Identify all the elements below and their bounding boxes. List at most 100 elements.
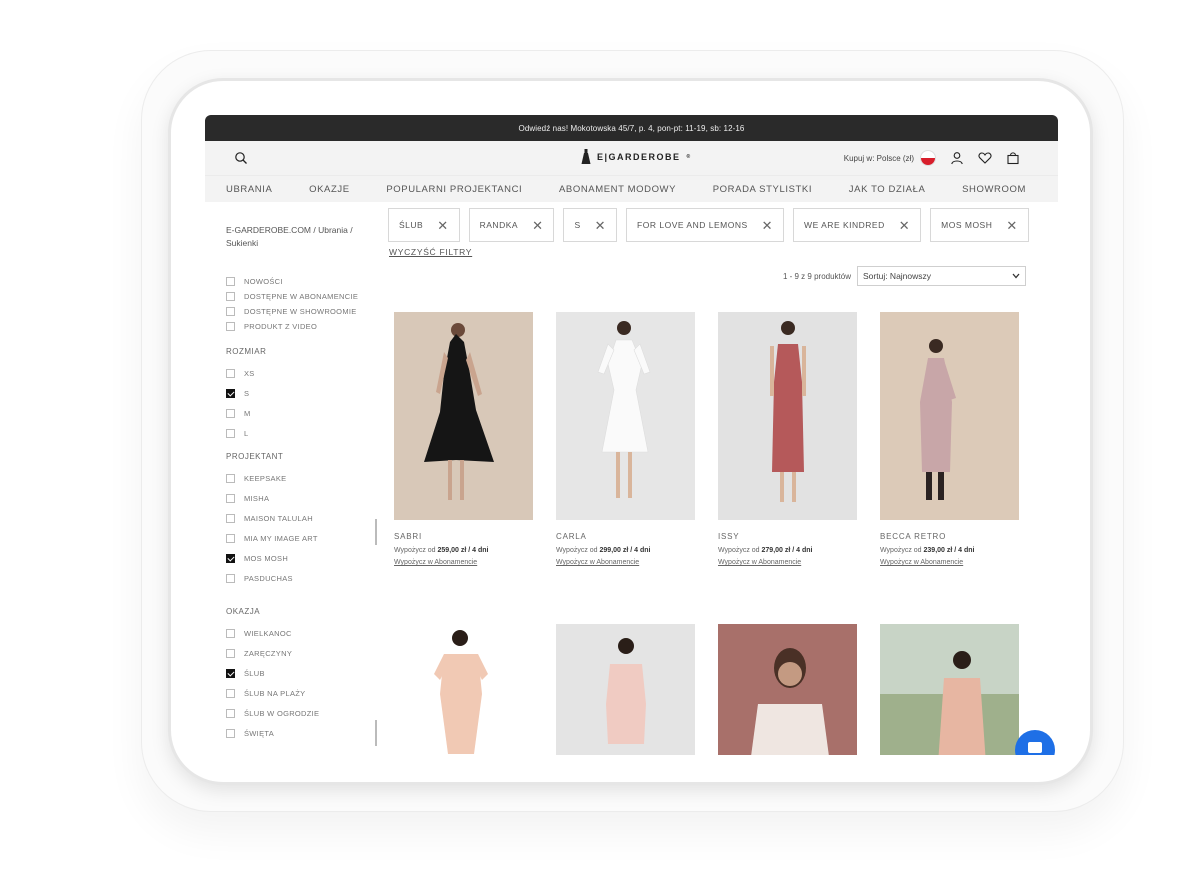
product-photo[interactable]	[718, 624, 857, 755]
product-card[interactable]: ISSY Wypożycz od 279,00 zł / 4 dni Wypoż…	[718, 312, 857, 566]
nav-porada-stylistki[interactable]: PORADA STYLISTKI	[713, 184, 812, 195]
checkbox[interactable]	[226, 388, 235, 398]
product-name[interactable]: ISSY	[718, 532, 857, 541]
checkbox[interactable]	[226, 688, 235, 698]
product-name[interactable]: SABRI	[394, 532, 533, 541]
search-icon[interactable]	[234, 151, 248, 165]
size-option[interactable]: XS	[226, 363, 266, 383]
size-option[interactable]: L	[226, 423, 266, 443]
size-option[interactable]: M	[226, 403, 266, 423]
subscription-link[interactable]: Wypożycz w Abonamencie	[718, 559, 857, 566]
product-card[interactable]: SABRI Wypożycz od 259,00 zł / 4 dni Wypo…	[394, 312, 533, 566]
occasion-option[interactable]: ŚLUB W OGRODZIE	[226, 703, 319, 723]
product-photo[interactable]	[880, 624, 1019, 755]
occasion-scrollbar[interactable]	[375, 720, 377, 746]
checkbox[interactable]	[226, 277, 235, 286]
close-icon[interactable]: ✕	[595, 219, 606, 232]
nav-okazje[interactable]: OKAZJE	[309, 184, 350, 195]
close-icon[interactable]: ✕	[899, 219, 910, 232]
checkbox[interactable]	[226, 493, 235, 503]
price-prefix: Wypożycz od	[556, 547, 598, 554]
close-icon[interactable]: ✕	[437, 219, 448, 232]
close-icon[interactable]: ✕	[762, 219, 773, 232]
subscription-link[interactable]: Wypożycz w Abonamencie	[394, 559, 533, 566]
announcement-bar: Odwiedź nas! Mokotowska 45/7, p. 4, pon-…	[205, 115, 1058, 141]
checkbox[interactable]	[226, 473, 235, 483]
user-icon[interactable]	[950, 151, 964, 165]
designer-option[interactable]: MAISON TALULAH	[226, 508, 318, 528]
size-option[interactable]: S	[226, 383, 266, 403]
occasion-option[interactable]: ZARĘCZYNY	[226, 643, 319, 663]
chip-we-are-kindred[interactable]: WE ARE KINDRED ✕	[793, 208, 922, 242]
filter-nowosci[interactable]: NOWOŚCI	[226, 274, 358, 289]
designer-option[interactable]: MISHA	[226, 488, 318, 508]
checkbox[interactable]	[226, 533, 235, 543]
nav-jak-to-dziala[interactable]: JAK TO DZIAŁA	[849, 184, 926, 195]
product-name[interactable]: BECCA RETRO	[880, 532, 1019, 541]
designer-option[interactable]: MIA MY IMAGE ART	[226, 528, 318, 548]
product-photo[interactable]	[718, 312, 857, 520]
checkbox[interactable]	[226, 668, 235, 678]
product-card[interactable]: CARLA Wypożycz od 299,00 zł / 4 dni Wypo…	[556, 312, 695, 566]
product-card[interactable]	[718, 624, 857, 755]
close-icon[interactable]: ✕	[532, 219, 543, 232]
filter-showroom[interactable]: DOSTĘPNE W SHOWROOMIE	[226, 304, 358, 319]
product-name[interactable]: CARLA	[556, 532, 695, 541]
checkbox[interactable]	[226, 322, 235, 331]
general-filters: NOWOŚCI DOSTĘPNE W ABONAMENCIE DOSTĘPNE …	[226, 274, 358, 334]
subscription-link[interactable]: Wypożycz w Abonamencie	[556, 559, 695, 566]
checkbox[interactable]	[226, 292, 235, 301]
occasion-option[interactable]: ŚLUB NA PLAŻY	[226, 683, 319, 703]
product-card[interactable]	[394, 624, 533, 755]
checkbox[interactable]	[226, 728, 235, 738]
cart-bag-icon[interactable]	[1006, 151, 1020, 165]
chip-slub[interactable]: ŚLUB ✕	[388, 208, 460, 242]
clear-filters-link[interactable]: WYCZYŚĆ FILTRY	[389, 247, 472, 257]
designer-option[interactable]: KEEPSAKE	[226, 468, 318, 488]
checkbox[interactable]	[226, 307, 235, 316]
product-photo[interactable]	[556, 312, 695, 520]
country-selector[interactable]: Kupuj w: Polsce (zł)	[844, 150, 936, 166]
checkbox[interactable]	[226, 553, 235, 563]
filter-abonament[interactable]: DOSTĘPNE W ABONAMENCIE	[226, 289, 358, 304]
checkbox[interactable]	[226, 368, 235, 378]
product-photo[interactable]	[556, 624, 695, 755]
nav-abonament-modowy[interactable]: ABONAMENT MODOWY	[559, 184, 676, 195]
designer-option[interactable]: PASDUCHAS	[226, 568, 318, 588]
occasion-option[interactable]: WIELKANOC	[226, 623, 319, 643]
product-card[interactable]: BECCA RETRO Wypożycz od 239,00 zł / 4 dn…	[880, 312, 1019, 566]
product-card[interactable]	[880, 624, 1019, 755]
occasion-option[interactable]: ŚWIĘTA	[226, 723, 319, 743]
chip-mos-mosh[interactable]: MOS MOSH ✕	[930, 208, 1029, 242]
heart-icon[interactable]	[978, 151, 992, 165]
option-label: M	[244, 408, 251, 418]
checkbox[interactable]	[226, 628, 235, 638]
checkbox[interactable]	[226, 513, 235, 523]
chat-bubble-icon[interactable]	[1015, 730, 1055, 755]
designer-scrollbar[interactable]	[375, 519, 377, 545]
nav-popularni-projektanci[interactable]: POPULARNI PROJEKTANCI	[386, 184, 522, 195]
site-logo[interactable]: E|GARDEROBE ®	[581, 149, 692, 165]
product-card[interactable]	[556, 624, 695, 755]
sort-select[interactable]: Sortuj: Najnowszy	[857, 266, 1026, 286]
nav-showroom[interactable]: SHOWROOM	[962, 184, 1026, 195]
product-photo[interactable]	[394, 312, 533, 520]
chip-randka[interactable]: RANDKA ✕	[468, 208, 555, 242]
checkbox[interactable]	[226, 708, 235, 718]
checkbox[interactable]	[226, 428, 235, 438]
checkbox[interactable]	[226, 573, 235, 583]
breadcrumb[interactable]: E-GARDEROBE.COM / Ubrania / Sukienki	[226, 224, 366, 250]
checkbox[interactable]	[226, 408, 235, 418]
occasion-option[interactable]: ŚLUB	[226, 663, 319, 683]
designer-option[interactable]: MOS MOSH	[226, 548, 318, 568]
product-photo[interactable]	[394, 624, 533, 755]
close-icon[interactable]: ✕	[1006, 219, 1017, 232]
nav-ubrania[interactable]: UBRANIA	[226, 184, 272, 195]
product-photo[interactable]	[880, 312, 1019, 520]
chip-for-love-and-lemons[interactable]: FOR LOVE AND LEMONS ✕	[626, 208, 785, 242]
chip-size-s[interactable]: S ✕	[563, 208, 618, 242]
filter-video[interactable]: PRODUKT Z VIDEO	[226, 319, 358, 334]
subscription-link[interactable]: Wypożycz w Abonamencie	[880, 559, 1019, 566]
checkbox[interactable]	[226, 648, 235, 658]
price-prefix: Wypożycz od	[394, 547, 436, 554]
